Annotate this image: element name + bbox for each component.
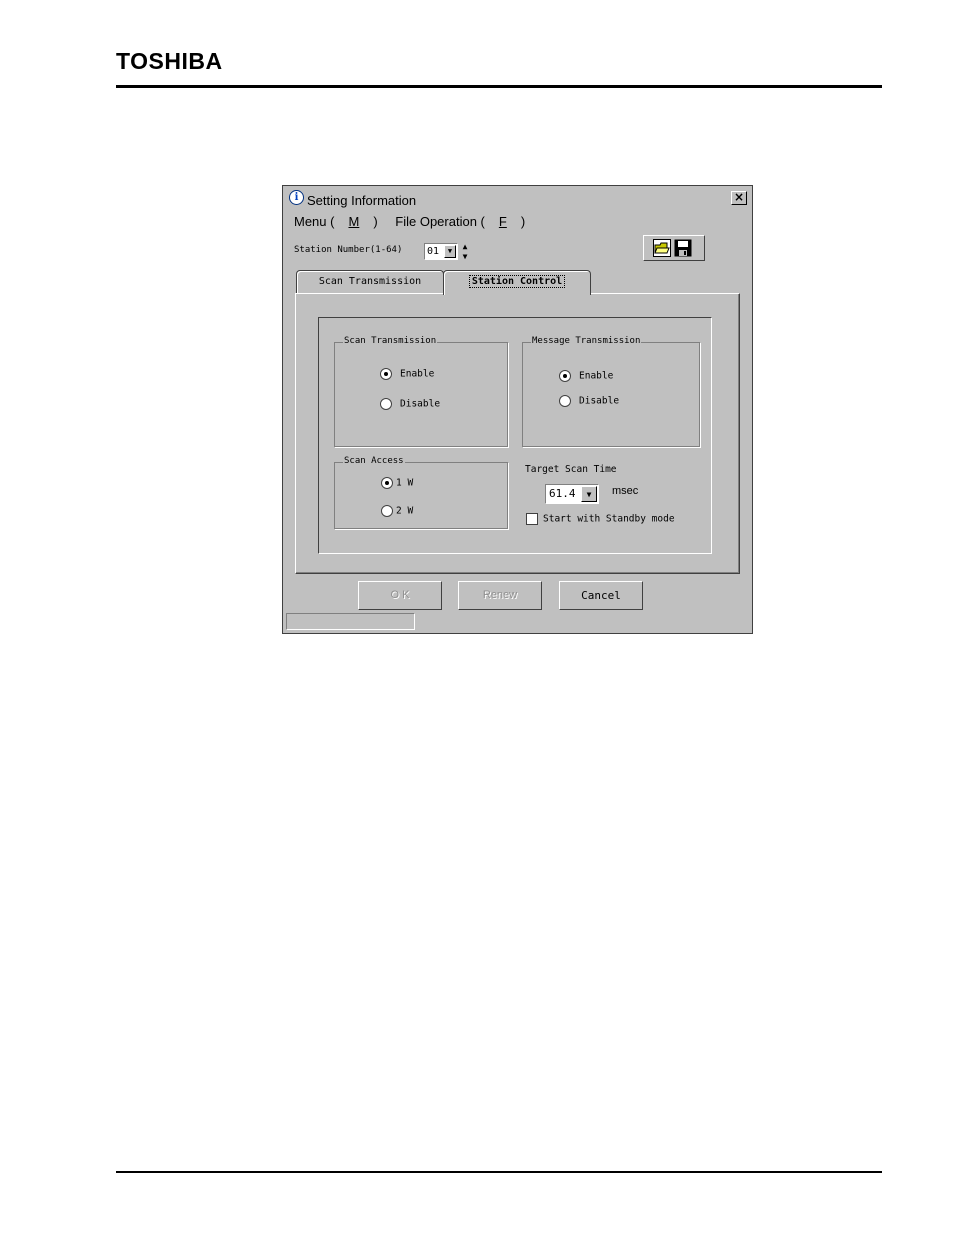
station-number-select[interactable]: 01 ▼ [424,243,458,260]
radio-selected-icon [559,370,571,382]
station-number-spinner[interactable]: ▲ ▼ [460,242,470,262]
message-transmission-enable-radio[interactable]: Enable [559,370,613,382]
chevron-down-icon[interactable]: ▼ [581,486,597,502]
radio-selected-icon [380,368,392,380]
checkbox-unchecked-icon [526,513,538,525]
radio-unselected-icon [381,505,393,517]
info-icon: i [289,190,304,205]
menu-item-menu[interactable]: Menu (M) [294,214,378,229]
scan-access-1w-radio[interactable]: 1 W [381,477,413,489]
menu-bar: Menu (M) File Operation (F) [294,214,539,229]
scan-access-group: Scan Access 1 W 2 W [334,456,508,529]
scan-access-group-title: Scan Access [343,456,405,466]
scan-transmission-disable-radio[interactable]: Disable [380,398,440,410]
chevron-down-icon[interactable]: ▼ [444,245,456,258]
scan-transmission-enable-radio[interactable]: Enable [380,368,434,380]
target-scan-time-label: Target Scan Time [525,464,617,475]
cancel-button[interactable]: Cancel [559,581,643,610]
target-scan-time-value: 61.4 [549,487,576,500]
radio-unselected-icon [380,398,392,410]
close-button[interactable]: × [731,191,747,205]
footer-rule [116,1171,882,1173]
spin-down-icon[interactable]: ▼ [460,252,470,262]
file-toolbar [643,235,705,261]
message-transmission-group: Message Transmission Enable Disable [522,336,700,447]
station-number-label: Station Number(1-64) [294,245,403,255]
radio-unselected-icon [559,395,571,407]
status-bar [286,613,415,630]
scan-transmission-group: Scan Transmission Enable Disable [334,336,508,447]
tab-station-control[interactable]: Station Control [443,270,591,295]
setting-information-window: i Setting Information × Menu (M) File Op… [282,185,753,634]
open-folder-icon[interactable] [653,239,671,257]
message-transmission-disable-radio[interactable]: Disable [559,395,619,407]
target-scan-time-unit: msec [612,485,639,497]
tab-scan-transmission[interactable]: Scan Transmission [296,270,444,293]
station-number-value: 01 [427,246,440,257]
message-transmission-group-title: Message Transmission [531,336,642,346]
save-disk-icon[interactable] [674,239,692,257]
target-scan-time-select[interactable]: 61.4 ▼ [545,484,599,504]
standby-mode-checkbox[interactable]: Start with Standby mode [526,513,675,525]
ok-button[interactable]: O K [358,581,442,610]
radio-selected-icon [381,477,393,489]
tab-station-control-label: Station Control [468,275,566,288]
header-rule [116,85,882,88]
spin-up-icon[interactable]: ▲ [460,242,470,252]
scan-access-2w-radio[interactable]: 2 W [381,505,413,517]
window-title: Setting Information [307,193,417,208]
scan-transmission-group-title: Scan Transmission [343,336,438,346]
menu-item-file-operation[interactable]: File Operation (F) [395,214,525,229]
station-control-frame: Scan Transmission Enable Disable Message… [318,317,712,554]
toshiba-logo: TOSHIBA [116,48,223,74]
renew-button[interactable]: Renew [458,581,542,610]
